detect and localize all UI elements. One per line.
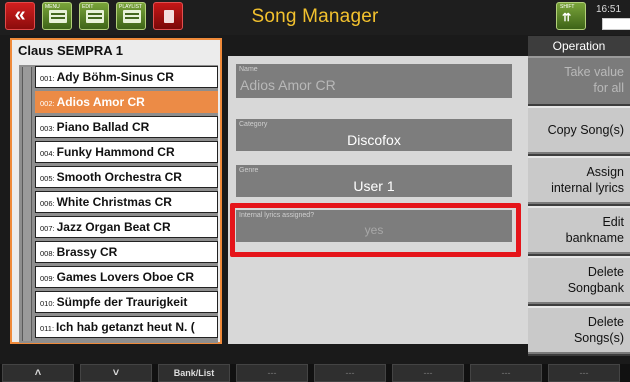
list-item[interactable]: 001: Ady Böhm-Sinus CR	[35, 66, 218, 88]
operation-title: Operation	[552, 39, 606, 53]
list-item-label: Ich hab getanzt heut N. (	[56, 320, 195, 334]
take-value-line2: for all	[593, 81, 624, 95]
edit-icon	[86, 10, 104, 23]
list-item[interactable]: 008: Brassy CR	[35, 241, 218, 263]
back-button[interactable]: «	[5, 2, 35, 30]
song-list: 001: Ady Böhm-Sinus CR 002: Adios Amor CR 00…	[19, 65, 218, 343]
category-field[interactable]: Category Discofox	[236, 119, 512, 151]
take-value-for-all-button[interactable]: Take value for all	[528, 56, 630, 104]
list-item[interactable]: 007: Jazz Organ Beat CR	[35, 216, 218, 238]
playlist-button[interactable]: PLAYLIST	[116, 2, 146, 30]
list-item-number: 004:	[40, 149, 55, 158]
list-item[interactable]: 003: Piano Ballad CR	[35, 116, 218, 138]
song-bank-panel: Claus SEMPRA 1 001: Ady Böhm-Sinus CR 002:…	[10, 38, 222, 344]
list-item-label: Ady Böhm-Sinus CR	[56, 70, 174, 84]
list-item[interactable]: 006: White Christmas CR	[35, 191, 218, 213]
list-item-label: Games Lovers Oboe CR	[56, 270, 194, 284]
scroll-up-button[interactable]: ˄	[2, 364, 74, 382]
trash-icon	[164, 10, 174, 23]
list-item-label: White Christmas CR	[56, 195, 172, 209]
list-item-label: Funky Hammond CR	[56, 145, 175, 159]
category-value: Discofox	[347, 132, 401, 148]
highlight-frame	[230, 203, 521, 257]
soft-key-5[interactable]: ---	[314, 364, 386, 382]
operation-panel: Operation Take value for all Copy Song(s…	[528, 36, 630, 356]
list-item[interactable]: 004: Funky Hammond CR	[35, 141, 218, 163]
take-value-line1: Take value	[564, 65, 624, 79]
list-scrollbar[interactable]	[22, 67, 32, 341]
assign-line2: internal lyrics	[551, 181, 624, 195]
list-item[interactable]: 005: Smooth Orchestra CR	[35, 166, 218, 188]
trash-button[interactable]	[153, 2, 183, 30]
list-item[interactable]: 002: Adios Amor CR	[35, 91, 218, 113]
list-item-number: 006:	[40, 199, 55, 208]
genre-value: User 1	[353, 178, 395, 194]
soft-key-8[interactable]: ---	[548, 364, 620, 382]
list-item-label: Sümpfe der Traurigkeit	[56, 295, 188, 309]
list-item-label: Piano Ballad CR	[56, 120, 150, 134]
bank-list-button[interactable]: Bank/List	[158, 364, 230, 382]
soft-key-4[interactable]: ---	[236, 364, 308, 382]
double-chevron-up-icon: ˄	[34, 367, 42, 379]
list-item-number: 005:	[40, 174, 55, 183]
list-item-number: 003:	[40, 124, 55, 133]
list-item-number: 011:	[40, 324, 55, 333]
list-item-label: Jazz Organ Beat CR	[56, 220, 171, 234]
delete-songbank-line1: Delete	[587, 265, 624, 279]
delete-songs-line2: Songs(s)	[573, 331, 624, 345]
delete-songbank-button[interactable]: Delete Songbank	[528, 256, 630, 304]
edit-button[interactable]: EDIT	[79, 2, 109, 30]
edit-bankname-line2: bankname	[565, 231, 624, 245]
delete-songbank-line2: Songbank	[567, 281, 624, 295]
edit-bankname-button[interactable]: Edit bankname	[528, 206, 630, 254]
list-item-label: Smooth Orchestra CR	[56, 170, 182, 184]
assign-line1: Assign	[586, 165, 624, 179]
scroll-down-button[interactable]: ˅	[80, 364, 152, 382]
name-label: Name	[239, 66, 258, 73]
assign-internal-lyrics-button[interactable]: Assign internal lyrics	[528, 156, 630, 204]
list-item-label: Adios Amor CR	[56, 95, 145, 109]
top-bar: « MENU EDIT PLAYLIST Song Manager SHIFT …	[0, 0, 630, 35]
genre-field[interactable]: Genre User 1	[236, 165, 512, 197]
list-item-number: 009:	[40, 274, 55, 283]
list-item-number: 007:	[40, 224, 55, 233]
category-label: Category	[239, 121, 268, 128]
soft-key-6[interactable]: ---	[392, 364, 464, 382]
list-item-number: 002:	[40, 99, 55, 108]
menu-icon	[49, 10, 67, 23]
list-item-label: Brassy CR	[56, 245, 118, 259]
list-item[interactable]: 010: Sümpfe der Traurigkeit	[35, 291, 218, 313]
double-chevron-left-icon: «	[14, 4, 26, 26]
corner-indicator	[602, 18, 630, 30]
list-item-number: 001:	[40, 74, 55, 83]
name-field[interactable]: Name Adios Amor CR	[236, 64, 512, 98]
name-value: Adios Amor CR	[240, 77, 336, 93]
list-item-number: 010:	[40, 299, 55, 308]
menu-button[interactable]: MENU	[42, 2, 72, 30]
bank-title: Claus SEMPRA 1	[18, 43, 123, 58]
copy-songs-line1: Copy Song(s)	[547, 123, 624, 137]
shift-button[interactable]: SHIFT ⇈	[556, 2, 586, 30]
list-item[interactable]: 011: Ich hab getanzt heut N. (	[35, 316, 218, 338]
soft-key-bar: ˄ ˅ Bank/List --- --- --- --- ---	[0, 364, 630, 382]
clock: 16:51	[596, 4, 622, 15]
delete-songs-button[interactable]: Delete Songs(s)	[528, 306, 630, 354]
delete-songs-line1: Delete	[587, 315, 624, 329]
edit-bankname-line1: Edit	[602, 215, 624, 229]
playlist-icon	[123, 10, 141, 23]
song-details-panel: Name Adios Amor CR Category Discofox Gen…	[228, 56, 530, 344]
double-chevron-down-icon: ˅	[112, 367, 120, 379]
copy-songs-button[interactable]: Copy Song(s)	[528, 106, 630, 154]
genre-label: Genre	[239, 167, 259, 174]
shift-caption: SHIFT	[560, 4, 575, 10]
list-item-number: 008:	[40, 249, 55, 258]
arrows-up-icon: ⇈	[562, 12, 572, 24]
list-item[interactable]: 009: Games Lovers Oboe CR	[35, 266, 218, 288]
page-title: Song Manager	[251, 6, 379, 27]
soft-key-7[interactable]: ---	[470, 364, 542, 382]
scrollbar-thumb[interactable]	[23, 67, 31, 341]
